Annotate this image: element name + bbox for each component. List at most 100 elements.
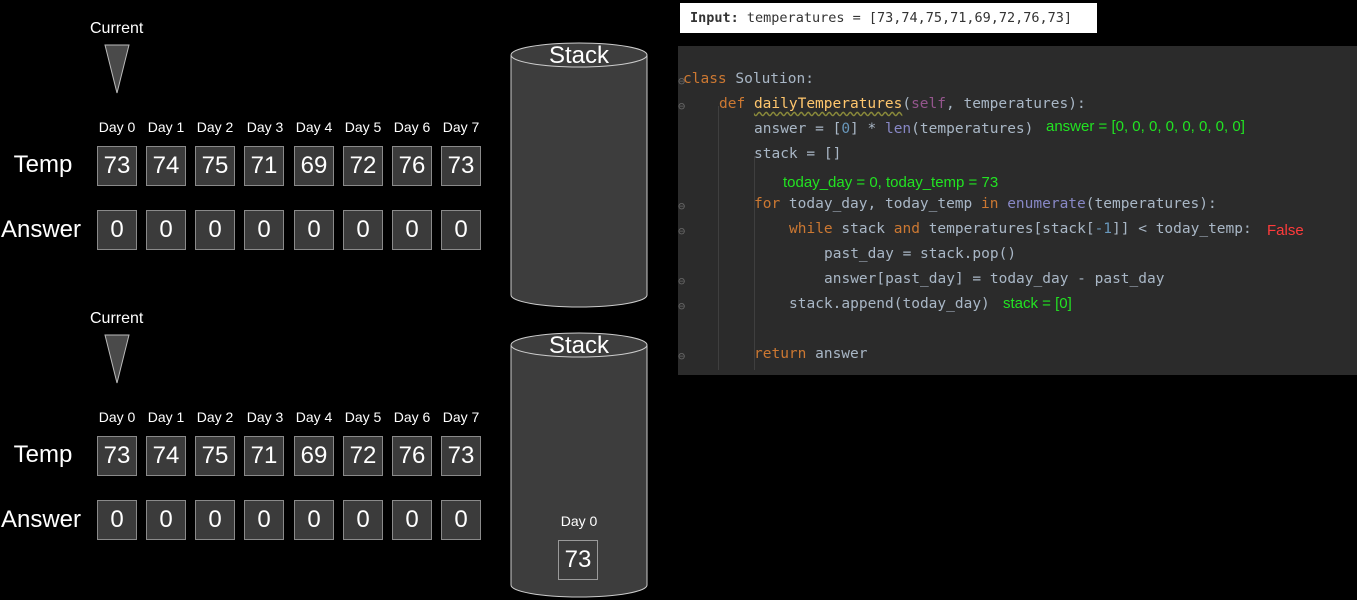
current-pointer-icon [104, 44, 130, 94]
stack-title: Stack [548, 42, 610, 69]
temp-cell: 76 [392, 436, 432, 476]
and-keyword: and [893, 221, 920, 237]
temp-row-label: Temp [13, 441, 73, 468]
input-label: Input: [690, 10, 739, 26]
stack-item-day: Day 0 [560, 513, 598, 529]
temp-cell: 69 [294, 436, 334, 476]
class-name: Solution: [726, 71, 814, 87]
code-line-return: return answer [754, 346, 868, 362]
while-keyword: while [789, 221, 833, 237]
day-label-5: Day 5 [344, 119, 382, 135]
return-keyword: return [754, 346, 807, 362]
temp-cell: 73 [97, 146, 137, 186]
for-keyword: for [754, 196, 781, 212]
stack-cylinder-1: Stack [510, 42, 648, 308]
current-label: Current [90, 20, 144, 37]
code-line-def: def dailyTemperatures(self, temperatures… [719, 96, 1086, 112]
day-label-6: Day 6 [393, 119, 431, 135]
fold-icon[interactable]: ⊖ [678, 299, 685, 313]
temp-cell: 73 [441, 146, 481, 186]
answer-row-label: Answer [0, 506, 82, 533]
fold-icon[interactable]: ⊖ [678, 224, 685, 238]
temp-cell: 72 [343, 436, 383, 476]
answer-cell: 0 [195, 210, 235, 250]
fold-icon[interactable]: ⊖ [678, 199, 685, 213]
answer-cell: 0 [343, 500, 383, 540]
in-keyword: in [981, 196, 999, 212]
fold-icon[interactable]: ⊖ [678, 99, 685, 113]
day-label-1: Day 1 [147, 119, 185, 135]
temp-cell: 74 [146, 436, 186, 476]
stack-cylinder-2: Stack Day 0 73 [510, 332, 648, 598]
indent-guide [754, 156, 755, 370]
day-label-0: Day 0 [98, 409, 136, 425]
code-line-assign: answer[past_day] = today_day - past_day [824, 271, 1165, 287]
self-param: self [911, 96, 946, 112]
temp-cell: 74 [146, 146, 186, 186]
answer-cell: 0 [244, 500, 284, 540]
code-text: (temperatures): [1085, 196, 1217, 212]
code-text: (temperatures) [911, 121, 1034, 137]
stack-state-annotation: stack = [0] [1003, 295, 1072, 312]
answer-cell: 0 [441, 500, 481, 540]
builtin-len: len [884, 121, 912, 137]
function-name: dailyTemperatures [753, 96, 903, 112]
loop-state-annotation: today_day = 0, today_temp = 73 [783, 174, 999, 191]
day-label-1: Day 1 [147, 409, 185, 425]
day-label-5: Day 5 [344, 409, 382, 425]
stack-item-value: 73 [558, 540, 598, 580]
code-line-stack: stack = [] [754, 146, 842, 162]
answer-cell: 0 [97, 210, 137, 250]
fold-icon[interactable]: ⊖ [678, 274, 685, 288]
day-label-7: Day 7 [442, 409, 480, 425]
code-text: ]] < today_temp: [1112, 221, 1252, 237]
answer-cell: 0 [146, 500, 186, 540]
temp-cell: 76 [392, 146, 432, 186]
code-line-for: for today_day, today_temp in enumerate(t… [754, 196, 1217, 212]
cylinder-shape [510, 42, 648, 308]
code-text: answer [806, 346, 868, 362]
temp-cell: 72 [343, 146, 383, 186]
answer-cell: 0 [146, 210, 186, 250]
day-label-2: Day 2 [196, 119, 234, 135]
temp-cell: 73 [441, 436, 481, 476]
class-keyword: class [683, 71, 727, 87]
stack-title: Stack [548, 332, 610, 359]
temp-row-label: Temp [13, 151, 73, 178]
fold-icon[interactable]: ⊖ [678, 349, 685, 363]
day-label-6: Day 6 [393, 409, 431, 425]
temp-cell: 75 [195, 146, 235, 186]
day-label-2: Day 2 [196, 409, 234, 425]
day-label-4: Day 4 [295, 119, 333, 135]
code-line-while: while stack and temperatures[stack[-1]] … [789, 221, 1252, 237]
answer-cell: 0 [441, 210, 481, 250]
code-number: 0 [841, 121, 851, 137]
temp-cell: 71 [244, 436, 284, 476]
temp-cell: 75 [195, 436, 235, 476]
answer-cell: 0 [343, 210, 383, 250]
current-pointer-icon [104, 334, 130, 384]
answer-row-label: Answer [0, 216, 82, 243]
temp-cell: 73 [97, 436, 137, 476]
temp-cell: 69 [294, 146, 334, 186]
answer-cell: 0 [195, 500, 235, 540]
day-label-0: Day 0 [98, 119, 136, 135]
answer-cell: 0 [97, 500, 137, 540]
input-box: Input: temperatures = [73,74,75,71,69,72… [680, 3, 1097, 33]
def-keyword: def [719, 96, 746, 112]
code-line-append: stack.append(today_day) [789, 296, 990, 312]
answer-cell: 0 [294, 210, 334, 250]
array-panel-1: Current Day 0 Day 1 Day 2 Day 3 Day 4 Da… [0, 0, 500, 290]
answer-cell: 0 [294, 500, 334, 540]
code-text: temperatures[stack[ [919, 221, 1095, 237]
code-line-pop: past_day = stack.pop() [824, 246, 1017, 262]
answer-state-annotation: answer = [0, 0, 0, 0, 0, 0, 0, 0] [1046, 118, 1245, 135]
answer-cell: 0 [244, 210, 284, 250]
code-line-answer: answer = [0] * len(temperatures) [754, 121, 1033, 137]
code-editor: ⊖ ⊖ ⊖ ⊖ ⊖ ⊖ ⊖ class Solution: def dailyT… [678, 46, 1357, 375]
day-label-3: Day 3 [246, 409, 284, 425]
code-text: today_day, today_temp [780, 196, 981, 212]
params-rest: , temperatures): [946, 96, 1086, 112]
code-line-class: class Solution: [683, 71, 814, 87]
answer-cell: 0 [392, 500, 432, 540]
